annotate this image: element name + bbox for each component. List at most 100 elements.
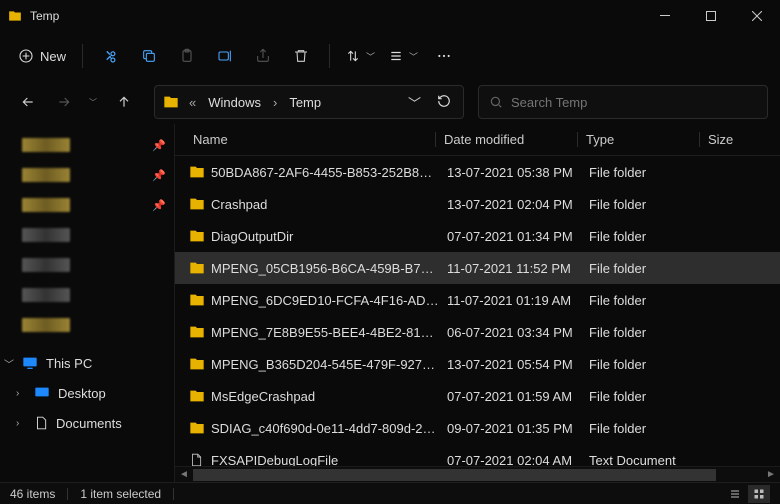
sidebar-quick-item[interactable]: 📌 bbox=[0, 130, 174, 160]
paste-button[interactable] bbox=[169, 38, 205, 74]
breadcrumb-separator: › bbox=[269, 93, 281, 112]
file-name: SDIAG_c40f690d-0e11-4dd7-809d-261c5c... bbox=[211, 421, 439, 436]
status-count: 46 items bbox=[10, 487, 55, 501]
cut-button[interactable] bbox=[93, 38, 129, 74]
column-type[interactable]: Type bbox=[577, 132, 699, 147]
pc-icon bbox=[22, 355, 38, 371]
recent-button[interactable]: ﹀ bbox=[84, 86, 104, 118]
breadcrumb-temp[interactable]: Temp bbox=[285, 93, 325, 112]
file-name: MPENG_6DC9ED10-FCFA-4F16-ADAE-EA... bbox=[211, 293, 439, 308]
column-size[interactable]: Size bbox=[699, 132, 780, 147]
file-date: 11-07-2021 11:52 PM bbox=[439, 261, 581, 276]
close-button[interactable] bbox=[734, 0, 780, 32]
file-date: 07-07-2021 02:04 AM bbox=[439, 453, 581, 467]
address-history-dropdown[interactable]: ﹀ bbox=[402, 93, 427, 112]
nav-row: ﹀ « Windows › Temp ﹀ bbox=[0, 80, 780, 124]
sidebar-quick-item[interactable] bbox=[0, 220, 174, 250]
file-date: 09-07-2021 01:35 PM bbox=[439, 421, 581, 436]
titlebar: Temp bbox=[0, 0, 780, 32]
window-title: Temp bbox=[30, 9, 59, 23]
file-list[interactable]: 50BDA867-2AF6-4455-B853-252B8E41477...13… bbox=[175, 156, 780, 466]
breadcrumb-overflow[interactable]: « bbox=[185, 93, 200, 112]
table-row[interactable]: FXSAPIDebugLogFile07-07-2021 02:04 AMTex… bbox=[175, 444, 780, 466]
status-selected: 1 item selected bbox=[80, 487, 161, 501]
sidebar-label: This PC bbox=[46, 356, 92, 371]
folder-icon bbox=[189, 196, 211, 212]
details-view-button[interactable] bbox=[724, 485, 746, 503]
scroll-right-arrow[interactable]: ► bbox=[762, 469, 780, 480]
chevron-right-icon: › bbox=[16, 418, 19, 429]
file-date: 13-07-2021 05:54 PM bbox=[439, 357, 581, 372]
file-type: File folder bbox=[581, 197, 703, 212]
sidebar-quick-item[interactable]: 📌 bbox=[0, 160, 174, 190]
search-input[interactable] bbox=[511, 95, 757, 110]
column-headers: Name Date modified Type Size bbox=[175, 124, 780, 156]
documents-icon bbox=[34, 416, 48, 430]
file-name: DiagOutputDir bbox=[211, 229, 439, 244]
refresh-button[interactable] bbox=[431, 94, 457, 111]
chevron-down-icon: ﹀ bbox=[4, 356, 14, 371]
sidebar-quick-item[interactable] bbox=[0, 280, 174, 310]
maximize-button[interactable] bbox=[688, 0, 734, 32]
pin-icon: 📌 bbox=[152, 139, 166, 152]
sidebar-quick-item[interactable]: 📌 bbox=[0, 190, 174, 220]
file-type: File folder bbox=[581, 165, 703, 180]
horizontal-scrollbar[interactable]: ◄ ► bbox=[175, 466, 780, 482]
file-icon bbox=[189, 453, 211, 466]
desktop-icon bbox=[34, 385, 50, 401]
column-name[interactable]: Name bbox=[189, 132, 435, 147]
folder-icon bbox=[189, 420, 211, 436]
file-date: 07-07-2021 01:59 AM bbox=[439, 389, 581, 404]
file-name: MsEdgeCrashpad bbox=[211, 389, 439, 404]
file-date: 11-07-2021 01:19 AM bbox=[439, 293, 581, 308]
pin-icon: 📌 bbox=[152, 199, 166, 212]
sidebar-quick-item[interactable] bbox=[0, 310, 174, 340]
delete-button[interactable] bbox=[283, 38, 319, 74]
view-button[interactable]: ﹀ bbox=[383, 38, 424, 74]
scroll-left-arrow[interactable]: ◄ bbox=[175, 469, 193, 480]
table-row[interactable]: 50BDA867-2AF6-4455-B853-252B8E41477...13… bbox=[175, 156, 780, 188]
file-area: Name Date modified Type Size 50BDA867-2A… bbox=[175, 124, 780, 482]
minimize-button[interactable] bbox=[642, 0, 688, 32]
table-row[interactable]: DiagOutputDir07-07-2021 01:34 PMFile fol… bbox=[175, 220, 780, 252]
copy-button[interactable] bbox=[131, 38, 167, 74]
file-name: MPENG_7E8B9E55-BEE4-4BE2-819D-8BEF... bbox=[211, 325, 439, 340]
share-button[interactable] bbox=[245, 38, 281, 74]
table-row[interactable]: MPENG_6DC9ED10-FCFA-4F16-ADAE-EA...11-07… bbox=[175, 284, 780, 316]
file-date: 13-07-2021 05:38 PM bbox=[439, 165, 581, 180]
sidebar-this-pc[interactable]: ﹀ This PC bbox=[0, 348, 174, 378]
new-button[interactable]: New bbox=[12, 38, 72, 74]
table-row[interactable]: Crashpad13-07-2021 02:04 PMFile folder bbox=[175, 188, 780, 220]
table-row[interactable]: MPENG_05CB1956-B6CA-459B-B7DC-0F...11-07… bbox=[175, 252, 780, 284]
forward-button[interactable] bbox=[48, 86, 80, 118]
search-bar[interactable] bbox=[478, 85, 768, 119]
table-row[interactable]: MPENG_B365D204-545E-479F-927B-5E58...13-… bbox=[175, 348, 780, 380]
file-name: MPENG_B365D204-545E-479F-927B-5E58... bbox=[211, 357, 439, 372]
file-type: File folder bbox=[581, 293, 703, 308]
table-row[interactable]: MsEdgeCrashpad07-07-2021 01:59 AMFile fo… bbox=[175, 380, 780, 412]
up-button[interactable] bbox=[108, 86, 140, 118]
file-type: File folder bbox=[581, 389, 703, 404]
sidebar[interactable]: 📌 📌 📌 ﹀ This PC › Desktop › Documents bbox=[0, 124, 175, 482]
file-type: File folder bbox=[581, 357, 703, 372]
rename-button[interactable] bbox=[207, 38, 243, 74]
table-row[interactable]: SDIAG_c40f690d-0e11-4dd7-809d-261c5c...0… bbox=[175, 412, 780, 444]
folder-icon bbox=[189, 324, 211, 340]
breadcrumb-windows[interactable]: Windows bbox=[204, 93, 265, 112]
sidebar-desktop[interactable]: › Desktop bbox=[0, 378, 174, 408]
table-row[interactable]: MPENG_7E8B9E55-BEE4-4BE2-819D-8BEF...06-… bbox=[175, 316, 780, 348]
back-button[interactable] bbox=[12, 86, 44, 118]
sidebar-quick-item[interactable] bbox=[0, 250, 174, 280]
file-name: 50BDA867-2AF6-4455-B853-252B8E41477... bbox=[211, 165, 439, 180]
sidebar-documents[interactable]: › Documents bbox=[0, 408, 174, 438]
column-date[interactable]: Date modified bbox=[435, 132, 577, 147]
more-button[interactable] bbox=[426, 38, 462, 74]
pin-icon: 📌 bbox=[152, 169, 166, 182]
address-bar[interactable]: « Windows › Temp ﹀ bbox=[154, 85, 464, 119]
scroll-thumb[interactable] bbox=[193, 469, 716, 481]
file-type: File folder bbox=[581, 229, 703, 244]
chevron-right-icon: › bbox=[16, 388, 19, 399]
sort-button[interactable]: ﹀ bbox=[340, 38, 381, 74]
icons-view-button[interactable] bbox=[748, 485, 770, 503]
new-button-label: New bbox=[40, 49, 66, 64]
